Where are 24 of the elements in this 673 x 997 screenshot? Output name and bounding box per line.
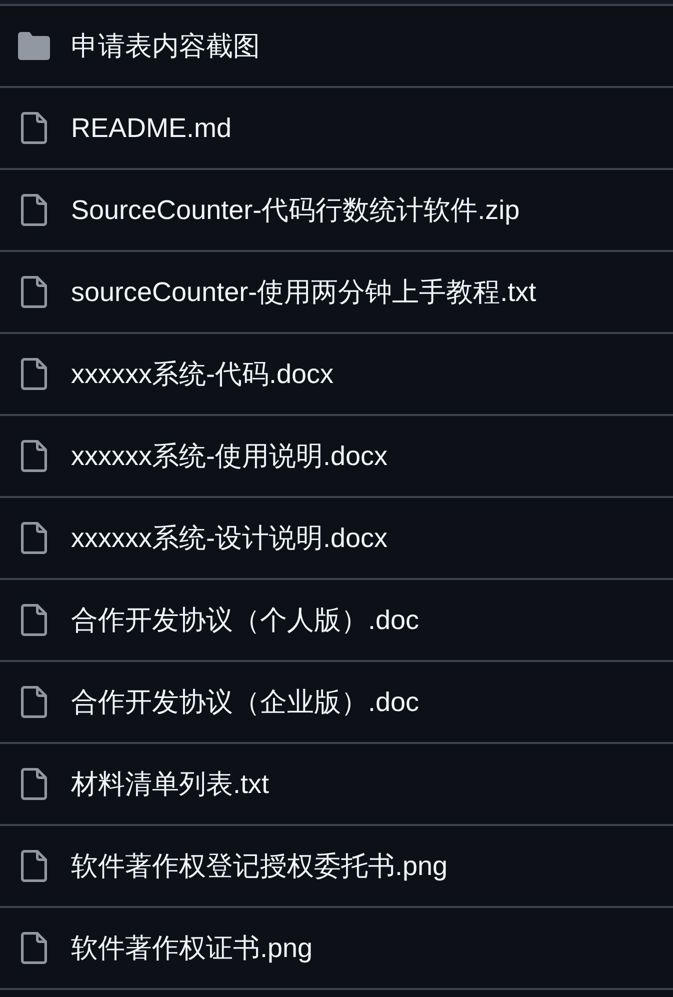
file-icon (21, 194, 47, 226)
file-icon (21, 276, 47, 308)
file-name-link[interactable]: 材料清单列表.txt (71, 766, 270, 802)
file-icon (21, 932, 47, 964)
file-name-link[interactable]: README.md (71, 110, 232, 146)
file-icon (21, 768, 47, 800)
file-icon (21, 686, 47, 718)
file-icon (21, 522, 47, 554)
file-icon (21, 850, 47, 882)
file-name-link[interactable]: 申请表内容截图 (71, 28, 260, 64)
file-name-link[interactable]: xxxxxx系统-设计说明.docx (71, 520, 388, 556)
file-name-link[interactable]: xxxxxx系统-代码.docx (71, 356, 334, 392)
file-icon (21, 440, 47, 472)
file-name-link[interactable]: 合作开发协议（个人版）.doc (71, 602, 420, 638)
file-icon (21, 358, 47, 390)
file-name-link[interactable]: 软件著作权登记授权委托书.png (71, 848, 448, 884)
file-name-link[interactable]: xxxxxx系统-使用说明.docx (71, 438, 388, 474)
folder-icon (18, 32, 50, 60)
file-icon (21, 112, 47, 144)
file-icon (21, 604, 47, 636)
file-name-link[interactable]: 合作开发协议（企业版）.doc (71, 684, 420, 720)
file-name-link[interactable]: SourceCounter-代码行数统计软件.zip (71, 192, 520, 228)
file-name-link[interactable]: sourceCounter-使用两分钟上手教程.txt (71, 274, 536, 310)
file-name-link[interactable]: 软件著作权证书.png (71, 930, 313, 966)
